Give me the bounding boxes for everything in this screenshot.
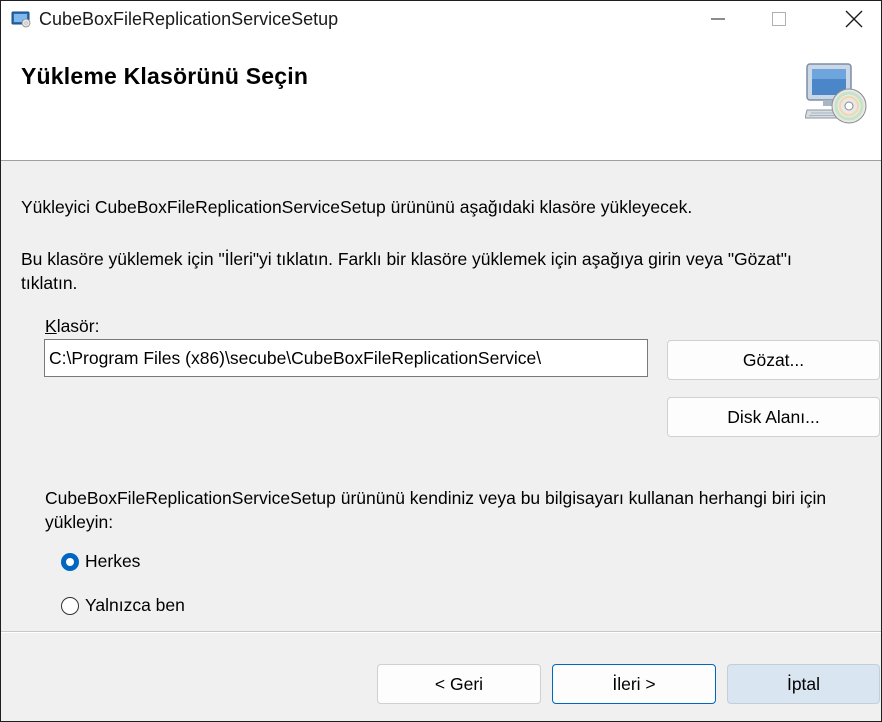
maximize-button[interactable] bbox=[750, 1, 808, 37]
folder-label-accelerator: K bbox=[45, 316, 57, 336]
folder-label-text: lasör: bbox=[56, 316, 100, 336]
close-icon bbox=[845, 10, 863, 28]
window-title: CubeBoxFileReplicationServiceSetup bbox=[39, 9, 339, 29]
disk-space-button[interactable]: Disk Alanı... bbox=[667, 397, 880, 437]
folder-path-input-box[interactable] bbox=[44, 339, 648, 377]
close-button[interactable] bbox=[825, 1, 881, 37]
page-title: Yükleme Klasörünü Seçin bbox=[21, 63, 309, 89]
install-for-text: CubeBoxFileReplicationServiceSetup ürünü… bbox=[45, 488, 827, 532]
minimize-button[interactable] bbox=[689, 1, 747, 37]
next-button[interactable]: İleri > bbox=[552, 664, 716, 704]
radio-everyone[interactable]: Herkes bbox=[61, 551, 140, 572]
folder-path-input[interactable] bbox=[45, 340, 647, 376]
browse-button[interactable]: Gözat... bbox=[667, 340, 880, 380]
folder-label: Klasör: bbox=[45, 314, 99, 338]
back-button[interactable]: < Geri bbox=[377, 664, 541, 704]
radio-everyone-label[interactable]: Herkes bbox=[85, 551, 140, 572]
radio-just-me[interactable]: Yalnızca ben bbox=[61, 595, 185, 616]
instruction-text: Bu klasöre yüklemek için "İleri"yi tıkla… bbox=[21, 249, 792, 293]
installer-app-icon bbox=[11, 11, 31, 28]
radio-just-me-label[interactable]: Yalnızca ben bbox=[85, 595, 185, 616]
radio-just-me-indicator[interactable] bbox=[61, 596, 79, 615]
intro-text: Yükleyici CubeBoxFileReplicationServiceS… bbox=[21, 197, 693, 217]
minimize-icon bbox=[711, 18, 725, 20]
title-bar: CubeBoxFileReplicationServiceSetup bbox=[1, 1, 881, 39]
setup-window: CubeBoxFileReplicationServiceSetup Yükle… bbox=[0, 0, 882, 722]
computer-cd-icon bbox=[805, 63, 867, 124]
footer-separator bbox=[1, 631, 881, 633]
cancel-button[interactable]: İptal bbox=[727, 664, 880, 704]
header-banner: Yükleme Klasörünü Seçin bbox=[1, 39, 881, 161]
maximize-icon bbox=[772, 12, 786, 26]
radio-everyone-indicator[interactable] bbox=[61, 552, 79, 571]
